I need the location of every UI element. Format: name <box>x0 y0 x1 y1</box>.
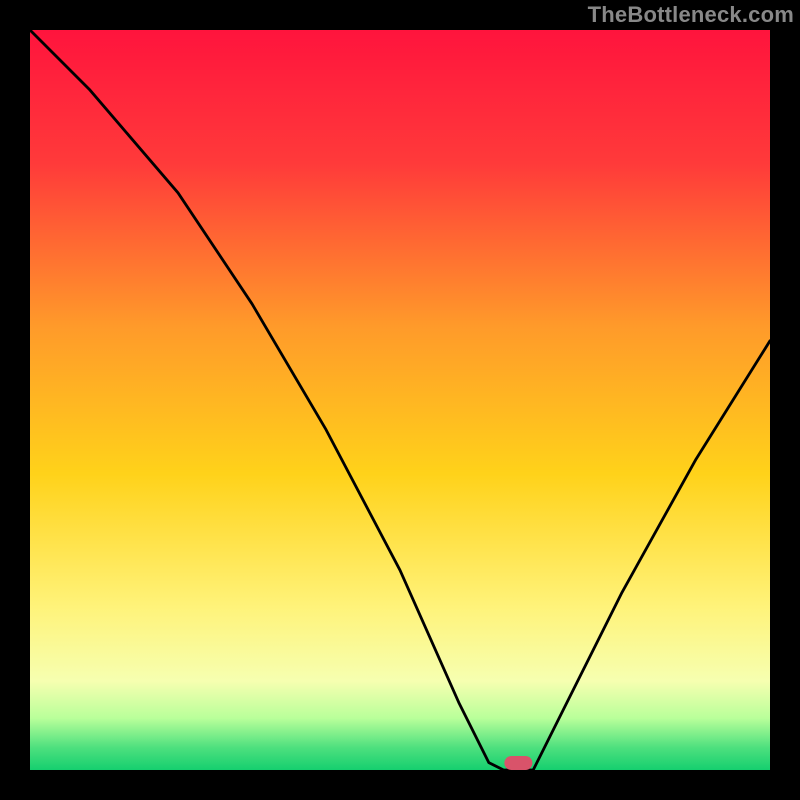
chart-container: TheBottleneck.com <box>0 0 800 800</box>
bottleneck-curve-chart <box>30 30 770 770</box>
plot-area <box>30 30 770 770</box>
optimum-marker <box>504 756 532 770</box>
watermark-label: TheBottleneck.com <box>588 2 794 28</box>
gradient-background <box>30 30 770 770</box>
